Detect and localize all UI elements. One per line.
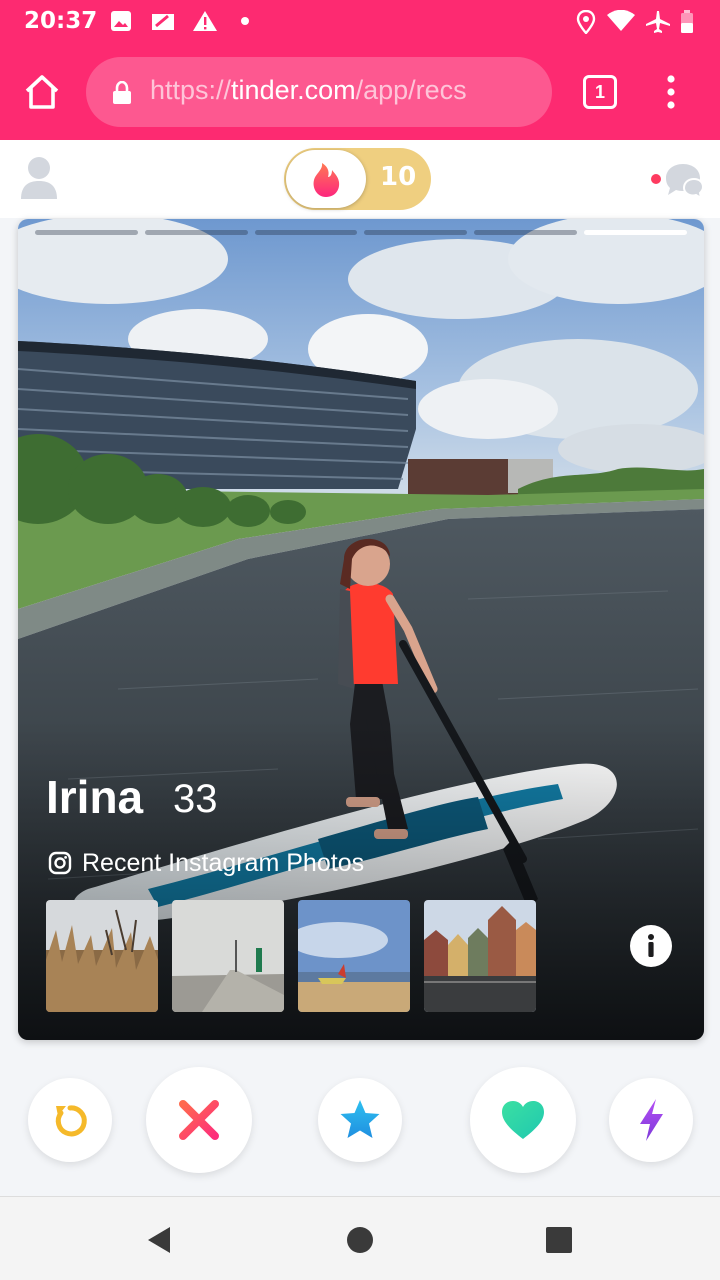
url-path: /app/recs	[355, 75, 467, 105]
profile-age: 33	[173, 777, 218, 821]
instagram-thumbnails	[46, 900, 536, 1012]
progress-segment	[474, 230, 578, 235]
instagram-row: Recent Instagram Photos	[48, 847, 364, 879]
boost-knob	[286, 150, 366, 208]
chat-icon[interactable]	[650, 160, 704, 200]
url-scheme: https://	[150, 75, 232, 105]
rewind-button[interactable]	[28, 1078, 112, 1162]
star-icon	[340, 1100, 380, 1138]
home-icon[interactable]	[22, 72, 62, 112]
status-time: 20:37	[24, 8, 98, 34]
heart-icon	[502, 1101, 544, 1139]
info-icon	[648, 934, 654, 957]
nope-button[interactable]	[146, 1067, 252, 1173]
tabs-icon[interactable]: 1	[583, 75, 617, 109]
url-text: https://tinder.com/app/recs	[150, 75, 467, 106]
airplane-icon	[646, 11, 670, 33]
location-icon	[576, 10, 596, 34]
image-icon	[111, 11, 131, 31]
app-header: 10	[0, 140, 720, 218]
back-icon[interactable]	[146, 1225, 172, 1255]
wifi-icon	[607, 10, 635, 31]
browser-toolbar: https://tinder.com/app/recs 1	[0, 44, 720, 140]
instagram-label: Recent Instagram Photos	[82, 848, 365, 877]
recents-icon[interactable]	[546, 1227, 572, 1253]
info-button[interactable]	[630, 925, 672, 967]
rewind-icon	[55, 1105, 87, 1137]
status-bar: 20:37	[0, 0, 720, 44]
boost-count: 10	[380, 162, 417, 192]
progress-segment	[144, 230, 248, 235]
flame-icon	[313, 163, 340, 197]
profile-icon[interactable]	[20, 156, 58, 200]
like-button[interactable]	[470, 1067, 576, 1173]
action-bar	[0, 1040, 720, 1196]
overflow-menu-icon[interactable]	[660, 74, 682, 110]
thumb-pier[interactable]	[172, 900, 284, 1012]
progress-segment	[35, 230, 138, 235]
thumb-townhouses[interactable]	[424, 900, 536, 1012]
progress-segment	[364, 230, 468, 235]
warning-icon	[193, 11, 217, 31]
photo-progress	[35, 230, 687, 236]
url-bar[interactable]: https://tinder.com/app/recs	[86, 57, 552, 127]
profile-card[interactable]: Irina 33 Recent Instagram Photos	[18, 219, 704, 1040]
super-like-button[interactable]	[318, 1078, 402, 1162]
instagram-icon	[48, 851, 72, 875]
sim-icon	[152, 14, 174, 30]
home-circle-icon[interactable]	[346, 1226, 374, 1254]
dot-icon	[241, 17, 249, 25]
progress-segment-active	[584, 230, 687, 235]
battery-icon	[681, 10, 693, 33]
thumb-grasses[interactable]	[46, 900, 158, 1012]
system-nav-bar	[0, 1196, 720, 1280]
lock-icon	[113, 81, 131, 104]
url-host: tinder.com	[231, 75, 356, 105]
boost-button[interactable]	[609, 1078, 693, 1162]
boost-toggle[interactable]: 10	[284, 148, 431, 210]
thumb-beach[interactable]	[298, 900, 410, 1012]
nope-icon	[179, 1100, 219, 1140]
profile-name: Irina	[46, 771, 144, 823]
progress-segment	[254, 230, 358, 235]
lightning-icon	[640, 1099, 663, 1141]
